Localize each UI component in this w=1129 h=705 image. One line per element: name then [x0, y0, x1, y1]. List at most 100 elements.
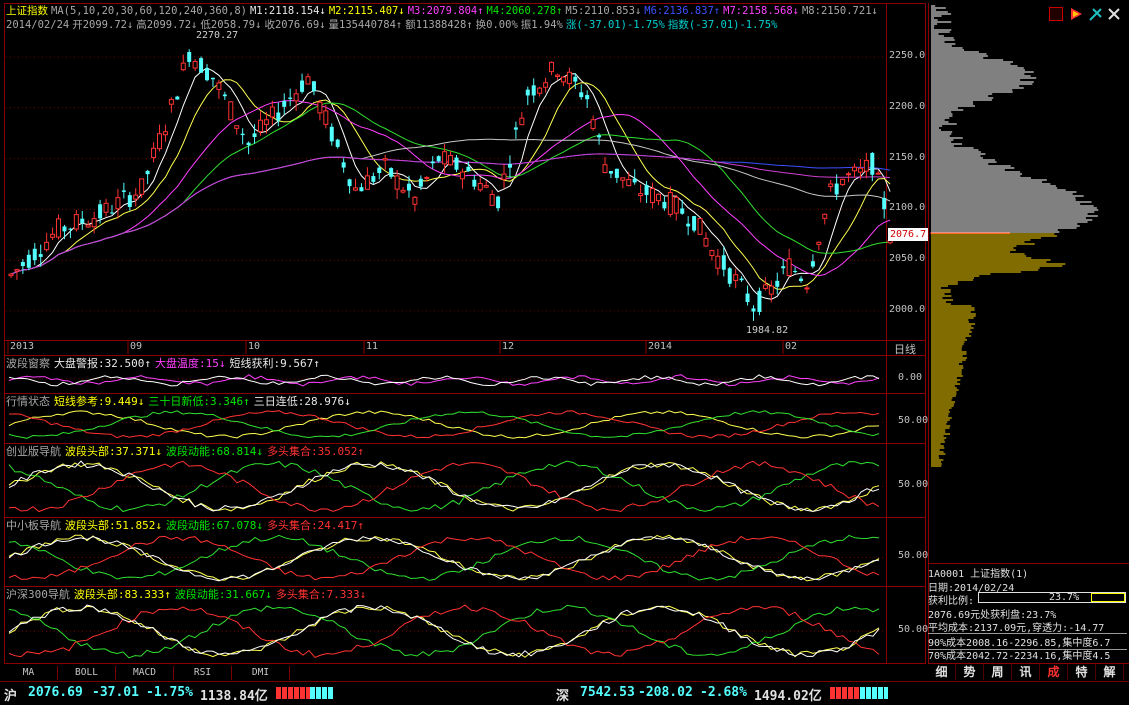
candle — [757, 287, 762, 316]
candle — [851, 163, 857, 178]
indicator-value: 波段动能:68.814↓ — [165, 445, 263, 458]
window-toggle-icon[interactable] — [1049, 7, 1063, 21]
candlestick-series — [8, 49, 893, 321]
candle — [145, 169, 150, 185]
date-tick: 12 — [502, 341, 515, 352]
sh-amount: 1138.84亿 — [200, 689, 268, 704]
candle — [32, 243, 37, 266]
candle — [667, 186, 673, 217]
candle — [406, 175, 411, 198]
candle — [14, 268, 20, 280]
header.line2-item: 开2099.72↓ — [72, 19, 134, 31]
candle — [133, 188, 139, 207]
header.line2-item: 指数(-37.01)-1.75% — [667, 19, 778, 31]
header.line2-item: 额11388428↑ — [405, 19, 473, 31]
candle — [329, 123, 334, 146]
candle — [727, 267, 732, 288]
tab-boll[interactable]: BOLL — [58, 666, 116, 680]
indicator-value: 波段动能:67.078↓ — [165, 519, 263, 532]
candle — [483, 180, 489, 189]
candle — [300, 73, 305, 94]
draw-tool-icon[interactable] — [1089, 7, 1103, 21]
sidebar-tab[interactable]: 成 — [1040, 664, 1068, 680]
panel-tick: 0.00 — [898, 371, 923, 383]
candle — [793, 267, 798, 274]
high-price-marker: 2270.27 — [196, 30, 239, 41]
profit-ratio-label: 获利比例: — [928, 596, 975, 607]
sh-price: 2076.69 — [28, 685, 83, 700]
sidebar-tab[interactable]: 讯 — [1012, 664, 1040, 680]
candle — [799, 276, 804, 283]
candle — [364, 167, 370, 190]
indicator-value: 创业版导航 — [6, 445, 61, 458]
candle — [210, 77, 215, 87]
sidebar-tab[interactable]: 势 — [956, 664, 984, 680]
tab-rsi[interactable]: RSI — [174, 666, 232, 680]
header.line1-item: MA(5,10,20,30,60,120,240,360,8) — [51, 5, 247, 17]
period-label[interactable]: 日线 — [894, 341, 916, 357]
header.line1-item: M4:2060.278↑ — [486, 5, 563, 17]
candle — [662, 196, 667, 211]
panel-tick: 50.00 — [898, 415, 929, 427]
header.line1-item: M6:2136.837↑ — [644, 5, 721, 17]
panel-tick: 50.00 — [898, 479, 929, 491]
quote-header-line2: 2014/02/24 开2099.72↓ 高2099.72↓ 低2058.79↓ 收20… — [6, 18, 780, 32]
candle — [442, 144, 448, 174]
candle — [335, 138, 340, 149]
indicator-value: 三十日新低:3.346↑ — [148, 395, 250, 408]
indicator-value: 波段窗察 — [6, 357, 50, 370]
candle — [686, 216, 691, 236]
indicator-value: 波段头部:51.852↓ — [65, 519, 162, 532]
candle — [311, 80, 316, 96]
candle — [477, 177, 483, 192]
sidebar-tab[interactable]: 细 — [928, 664, 956, 680]
low-price-marker: 1984.82 — [746, 325, 789, 336]
sidebar-tab[interactable]: 解 — [1096, 664, 1124, 680]
candle — [810, 254, 815, 269]
settings-tool-icon[interactable] — [1107, 7, 1121, 21]
candle — [168, 97, 174, 113]
candle — [739, 276, 744, 282]
date-tick: 09 — [130, 341, 143, 352]
candle — [347, 178, 352, 194]
indicator-panel-title: 中小板导航 波段头部:51.852↓ 波段动能:67.078↓ 多头集合:24.417… — [6, 519, 368, 533]
candle — [543, 77, 549, 93]
candle — [554, 73, 560, 80]
candle — [448, 151, 454, 166]
sz-breadth-bar — [830, 687, 888, 699]
candle — [371, 172, 376, 185]
price-tick: 2200.0 — [889, 100, 926, 112]
profit-ratio-fill — [979, 593, 1014, 602]
tab-ma[interactable]: MA — [0, 666, 58, 680]
candle — [389, 167, 394, 179]
tab-dmi[interactable]: DMI — [232, 666, 290, 680]
candle — [382, 154, 388, 170]
candle — [199, 56, 204, 73]
candle — [519, 111, 525, 126]
tab-macd[interactable]: MACD — [116, 666, 174, 680]
candle — [121, 182, 126, 199]
candle — [127, 191, 132, 211]
candle — [733, 268, 739, 289]
sz-price: 7542.53 — [580, 685, 635, 700]
price-tick: 2000.0 — [889, 304, 926, 315]
candle — [8, 272, 14, 279]
play-icon[interactable] — [1069, 7, 1083, 21]
date-tick: 2013 — [10, 341, 35, 352]
sidebar-tab[interactable]: 周 — [984, 664, 1012, 680]
stock-code-line: 1A0001 上证指数(1) — [928, 569, 1029, 580]
candle — [650, 182, 656, 209]
candle — [608, 171, 613, 179]
sidebar-tab[interactable]: 特 — [1068, 664, 1096, 680]
candle — [305, 73, 311, 85]
indicator-value: 波段头部:37.371↓ — [65, 445, 162, 458]
candle — [359, 183, 364, 192]
indicator-line — [8, 534, 880, 582]
candle — [459, 168, 465, 189]
candle — [775, 272, 780, 295]
candle — [692, 215, 697, 233]
candle — [222, 91, 227, 100]
candle — [489, 189, 495, 206]
indicator-panel-title: 创业版导航 波段头部:37.371↓ 波段动能:68.814↓ 多头集合:35.052… — [6, 445, 368, 459]
profit-ratio-bar: 23.7% — [978, 592, 1126, 603]
